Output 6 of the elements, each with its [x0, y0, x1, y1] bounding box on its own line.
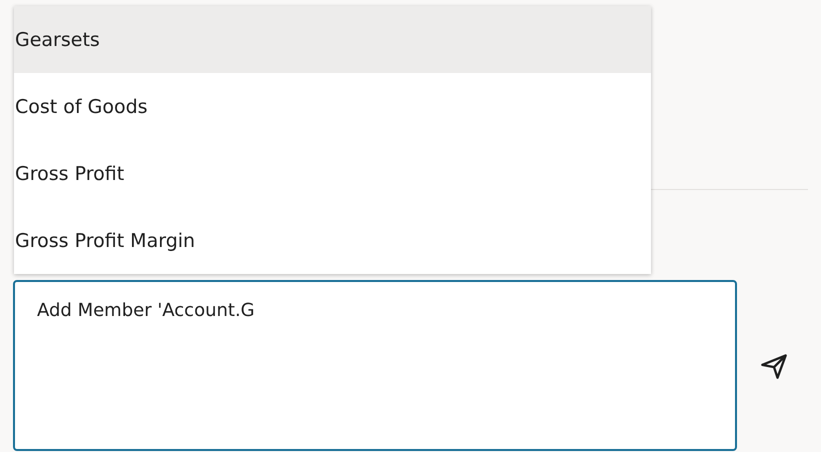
send-icon: [760, 352, 788, 380]
menu-item[interactable]: Cost of Goods: [14, 73, 651, 140]
message-input[interactable]: Add Member 'Account.G: [13, 280, 737, 451]
menu-item[interactable]: Gross Profit Margin: [14, 207, 651, 274]
menu-item[interactable]: Gearsets: [14, 6, 651, 73]
menu-item[interactable]: Gross Profit: [14, 140, 651, 207]
